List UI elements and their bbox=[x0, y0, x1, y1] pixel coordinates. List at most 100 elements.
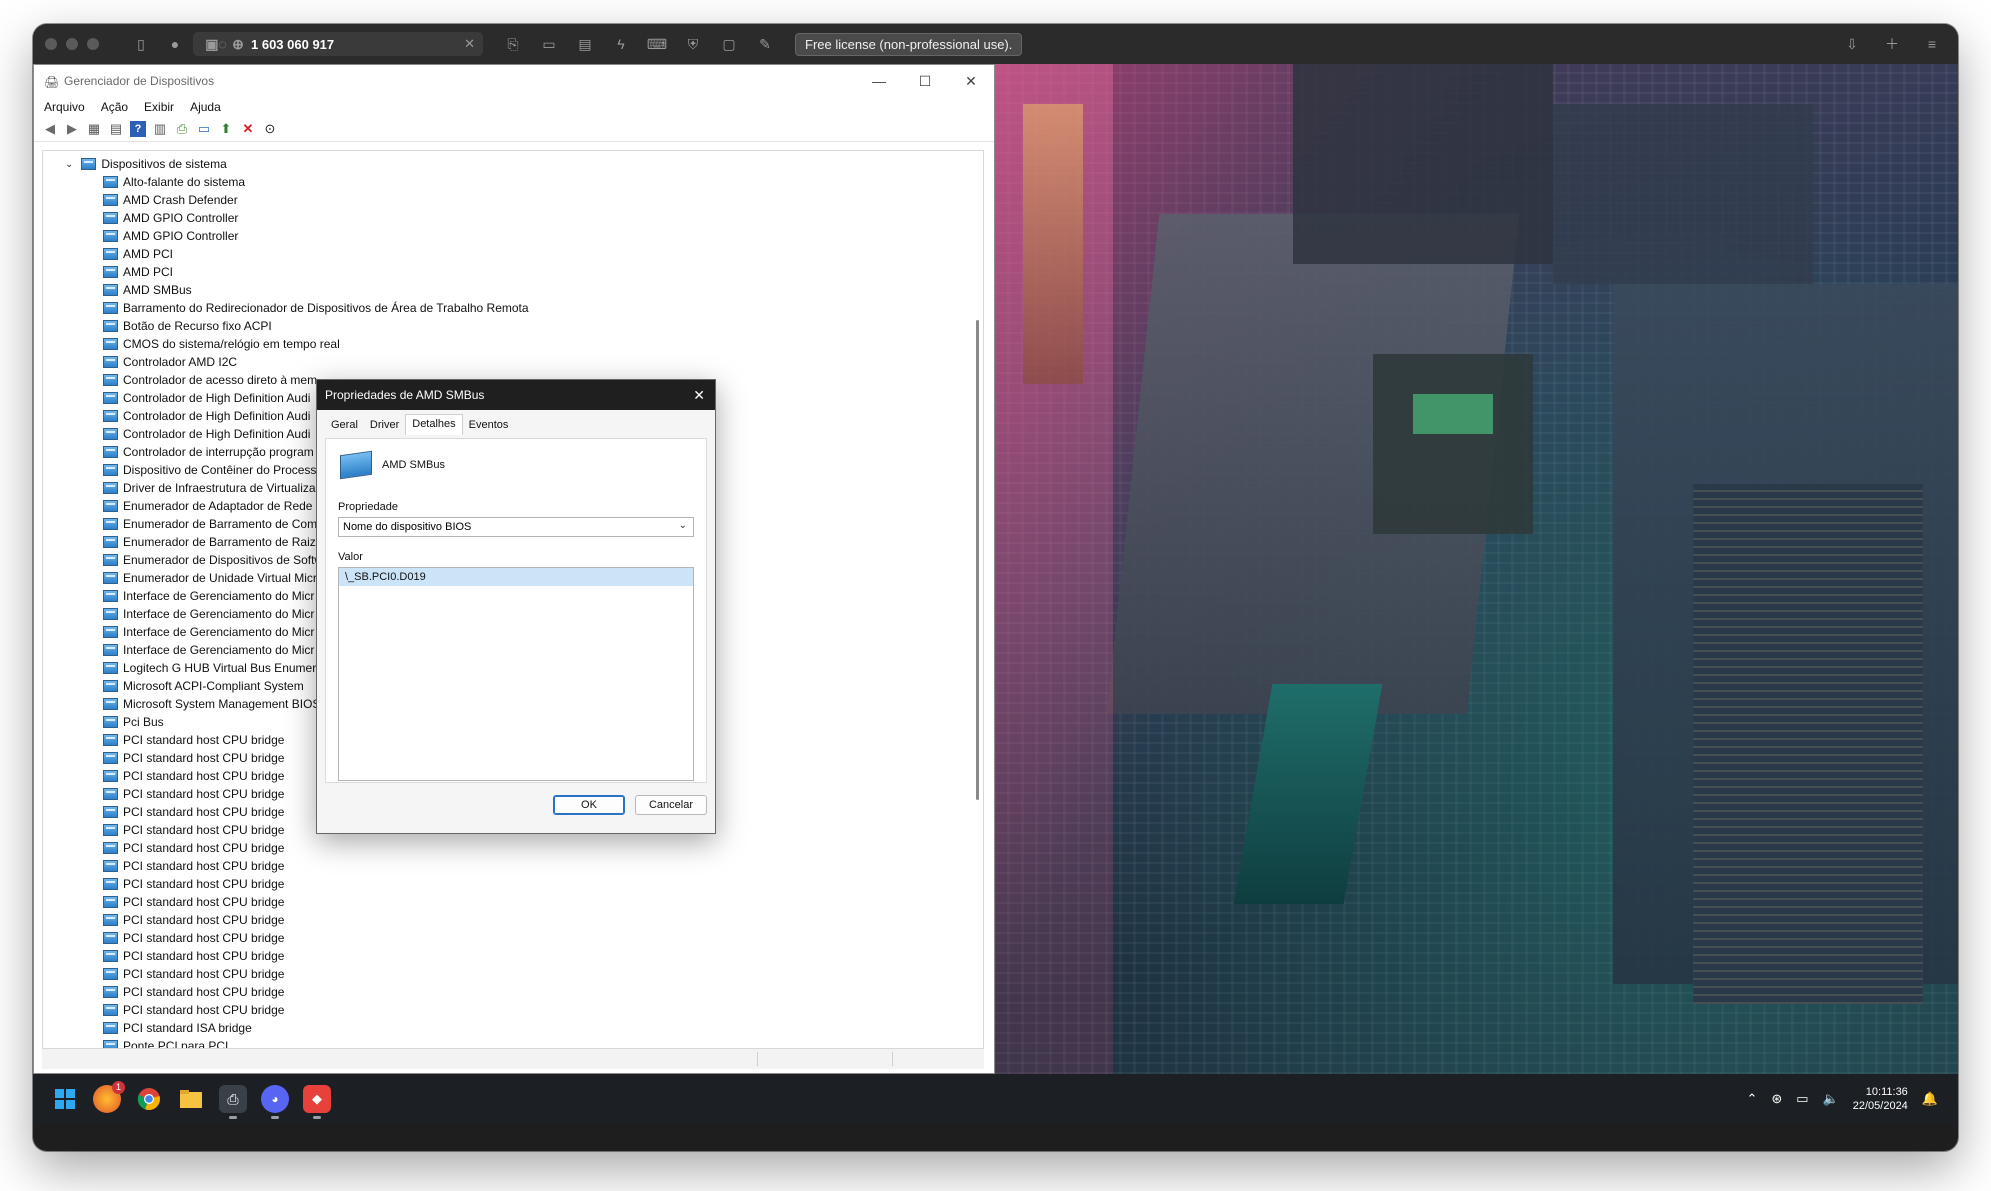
tab-geral[interactable]: Geral bbox=[325, 416, 364, 437]
document-icon[interactable]: ▯ bbox=[129, 36, 153, 53]
minimize-icon[interactable]: — bbox=[856, 65, 902, 97]
volume-icon[interactable]: 🔈 bbox=[1823, 1091, 1839, 1107]
device-label: Microsoft ACPI-Compliant System bbox=[123, 679, 304, 693]
close-icon[interactable]: ✕ bbox=[948, 65, 994, 97]
scrollbar-thumb[interactable] bbox=[976, 320, 979, 800]
network-icon[interactable]: ▭ bbox=[1796, 1091, 1808, 1107]
zoom-dot-icon[interactable] bbox=[87, 38, 99, 50]
chat-icon[interactable]: ▤ bbox=[573, 36, 597, 53]
new-tab-icon[interactable]: ＋ bbox=[1880, 34, 1904, 54]
device-list-item[interactable]: Alto-falante do sistema bbox=[103, 173, 529, 191]
device-list-item[interactable]: PCI standard host CPU bridge bbox=[103, 875, 529, 893]
monitor-icon[interactable]: ▭ bbox=[537, 36, 561, 53]
menu-ajuda[interactable]: Ajuda bbox=[190, 100, 221, 114]
chevron-down-icon[interactable]: ⌄ bbox=[65, 159, 73, 170]
tab-detalhes[interactable]: Detalhes bbox=[405, 414, 463, 435]
device-list-item[interactable]: Controlador AMD I2C bbox=[103, 353, 529, 371]
device-manager-toolbar: ◀ ▶ ▦ ▤ ? ▥ ⎙ ▭ ⬆ ✕ ⊙ bbox=[34, 117, 994, 142]
shield-icon[interactable]: ⛨ bbox=[681, 36, 705, 53]
file-transfer-icon[interactable]: ⎘ bbox=[501, 36, 525, 53]
menu-acao[interactable]: Ação bbox=[101, 100, 128, 114]
tree-category[interactable]: ⌄ Dispositivos de sistema bbox=[65, 155, 227, 173]
remote-desktop-window: ▯ ● ▣◌ ⊕ 1 603 060 917 ✕ ⎘ ▭ ▤ ϟ ⌨ ⛨ ▢ ✎… bbox=[33, 24, 1958, 1151]
device-list-item[interactable]: PCI standard host CPU bridge bbox=[103, 947, 529, 965]
clock[interactable]: 10:11:36 22/05/2024 bbox=[1853, 1085, 1908, 1113]
ok-button[interactable]: OK bbox=[553, 795, 625, 815]
display-settings-icon[interactable]: ▢ bbox=[717, 36, 741, 53]
anydesk-icon[interactable]: ◆ bbox=[303, 1085, 331, 1119]
remote-toolbar: ▯ ● ▣◌ ⊕ 1 603 060 917 ✕ ⎘ ▭ ▤ ϟ ⌨ ⛨ ▢ ✎… bbox=[33, 24, 1958, 65]
dialog-close-icon[interactable]: ✕ bbox=[693, 387, 705, 404]
disable-device-icon[interactable]: ⊙ bbox=[262, 121, 278, 137]
print-icon[interactable]: ⎙ bbox=[174, 121, 190, 137]
properties-icon[interactable]: ▤ bbox=[108, 121, 124, 137]
forward-icon[interactable]: ▶ bbox=[64, 121, 80, 137]
device-icon bbox=[103, 752, 118, 764]
device-list-item[interactable]: PCI standard host CPU bridge bbox=[103, 929, 529, 947]
download-icon[interactable]: ⇩ bbox=[1840, 36, 1864, 53]
cancel-button[interactable]: Cancelar bbox=[635, 795, 707, 815]
device-list-item[interactable]: AMD GPIO Controller bbox=[103, 209, 529, 227]
device-icon bbox=[103, 194, 118, 206]
device-list-item[interactable]: AMD Crash Defender bbox=[103, 191, 529, 209]
device-list-item[interactable]: Botão de Recurso fixo ACPI bbox=[103, 317, 529, 335]
file-explorer-icon[interactable] bbox=[177, 1085, 205, 1113]
device-list-item[interactable]: PCI standard host CPU bridge bbox=[103, 965, 529, 983]
verified-icon[interactable]: ● bbox=[163, 36, 187, 52]
device-list-item[interactable]: Barramento do Redirecionador de Disposit… bbox=[103, 299, 529, 317]
chevron-up-icon[interactable]: ⌃ bbox=[1746, 1091, 1757, 1107]
notification-bell-icon[interactable]: 🔔 bbox=[1922, 1091, 1938, 1107]
action-icon[interactable]: ϟ bbox=[609, 36, 633, 52]
steam-icon[interactable]: ⊛ bbox=[1771, 1091, 1782, 1107]
device-icon bbox=[103, 626, 118, 638]
device-list-item[interactable]: AMD PCI bbox=[103, 263, 529, 281]
tab-driver[interactable]: Driver bbox=[364, 416, 405, 437]
help-icon[interactable]: ? bbox=[130, 121, 146, 137]
back-icon[interactable]: ◀ bbox=[42, 121, 58, 137]
device-list-item[interactable]: PCI standard ISA bridge bbox=[103, 1019, 529, 1037]
device-list-item[interactable]: PCI standard host CPU bridge bbox=[103, 1001, 529, 1019]
clear-icon[interactable]: ✕ bbox=[464, 36, 475, 52]
device-icon bbox=[103, 788, 118, 800]
device-manager-icon[interactable]: ⎙ bbox=[219, 1085, 247, 1119]
value-row[interactable]: \_SB.PCI0.D019 bbox=[339, 568, 693, 586]
value-list[interactable]: \_SB.PCI0.D019 bbox=[338, 567, 694, 781]
device-list-item[interactable]: PCI standard host CPU bridge bbox=[103, 893, 529, 911]
device-list-item[interactable]: AMD PCI bbox=[103, 245, 529, 263]
device-list-item[interactable]: AMD SMBus bbox=[103, 281, 529, 299]
menu-exibir[interactable]: Exibir bbox=[144, 100, 174, 114]
view-icon[interactable]: ▥ bbox=[152, 121, 168, 137]
property-select[interactable]: Nome do dispositivo BIOS ⌄ bbox=[338, 517, 694, 537]
discord-icon[interactable]: ◕ bbox=[261, 1085, 289, 1119]
connection-id-field[interactable]: ▣◌ ⊕ 1 603 060 917 ✕ bbox=[193, 32, 483, 56]
connection-icon: ▣◌ bbox=[205, 35, 227, 52]
tab-eventos[interactable]: Eventos bbox=[463, 416, 515, 437]
update-driver-icon[interactable]: ⬆ bbox=[218, 121, 234, 137]
keyboard-icon[interactable]: ⌨ bbox=[645, 36, 669, 53]
remote-screen[interactable]: 🖨 Gerenciador de Dispositivos — ☐ ✕ Arqu… bbox=[33, 64, 1958, 1151]
menu-arquivo[interactable]: Arquivo bbox=[44, 100, 85, 114]
device-icon bbox=[103, 878, 118, 890]
device-list-item[interactable]: PCI standard host CPU bridge bbox=[103, 839, 529, 857]
chrome-icon[interactable] bbox=[135, 1085, 163, 1113]
device-list-item[interactable]: PCI standard host CPU bridge bbox=[103, 983, 529, 1001]
close-dot-icon[interactable] bbox=[45, 38, 57, 50]
device-list-item[interactable]: AMD GPIO Controller bbox=[103, 227, 529, 245]
device-icon bbox=[103, 860, 118, 872]
device-list-item[interactable]: CMOS do sistema/relógio em tempo real bbox=[103, 335, 529, 353]
maximize-icon[interactable]: ☐ bbox=[902, 65, 948, 97]
start-icon[interactable] bbox=[51, 1085, 79, 1113]
device-label: PCI standard host CPU bridge bbox=[123, 931, 285, 945]
menu-icon[interactable]: ≡ bbox=[1920, 36, 1944, 52]
vertical-scrollbar[interactable] bbox=[975, 155, 981, 1005]
minimize-dot-icon[interactable] bbox=[66, 38, 78, 50]
scan-hardware-icon[interactable]: ▭ bbox=[196, 121, 212, 137]
device-list-item[interactable]: PCI standard host CPU bridge bbox=[103, 857, 529, 875]
device-label: PCI standard host CPU bridge bbox=[123, 805, 285, 819]
show-hide-tree-icon[interactable]: ▦ bbox=[86, 121, 102, 137]
firefox-icon[interactable]: 1 bbox=[93, 1081, 125, 1113]
device-icon bbox=[103, 680, 118, 692]
pen-icon[interactable]: ✎ bbox=[753, 36, 777, 53]
uninstall-device-icon[interactable]: ✕ bbox=[240, 121, 256, 137]
device-list-item[interactable]: PCI standard host CPU bridge bbox=[103, 911, 529, 929]
